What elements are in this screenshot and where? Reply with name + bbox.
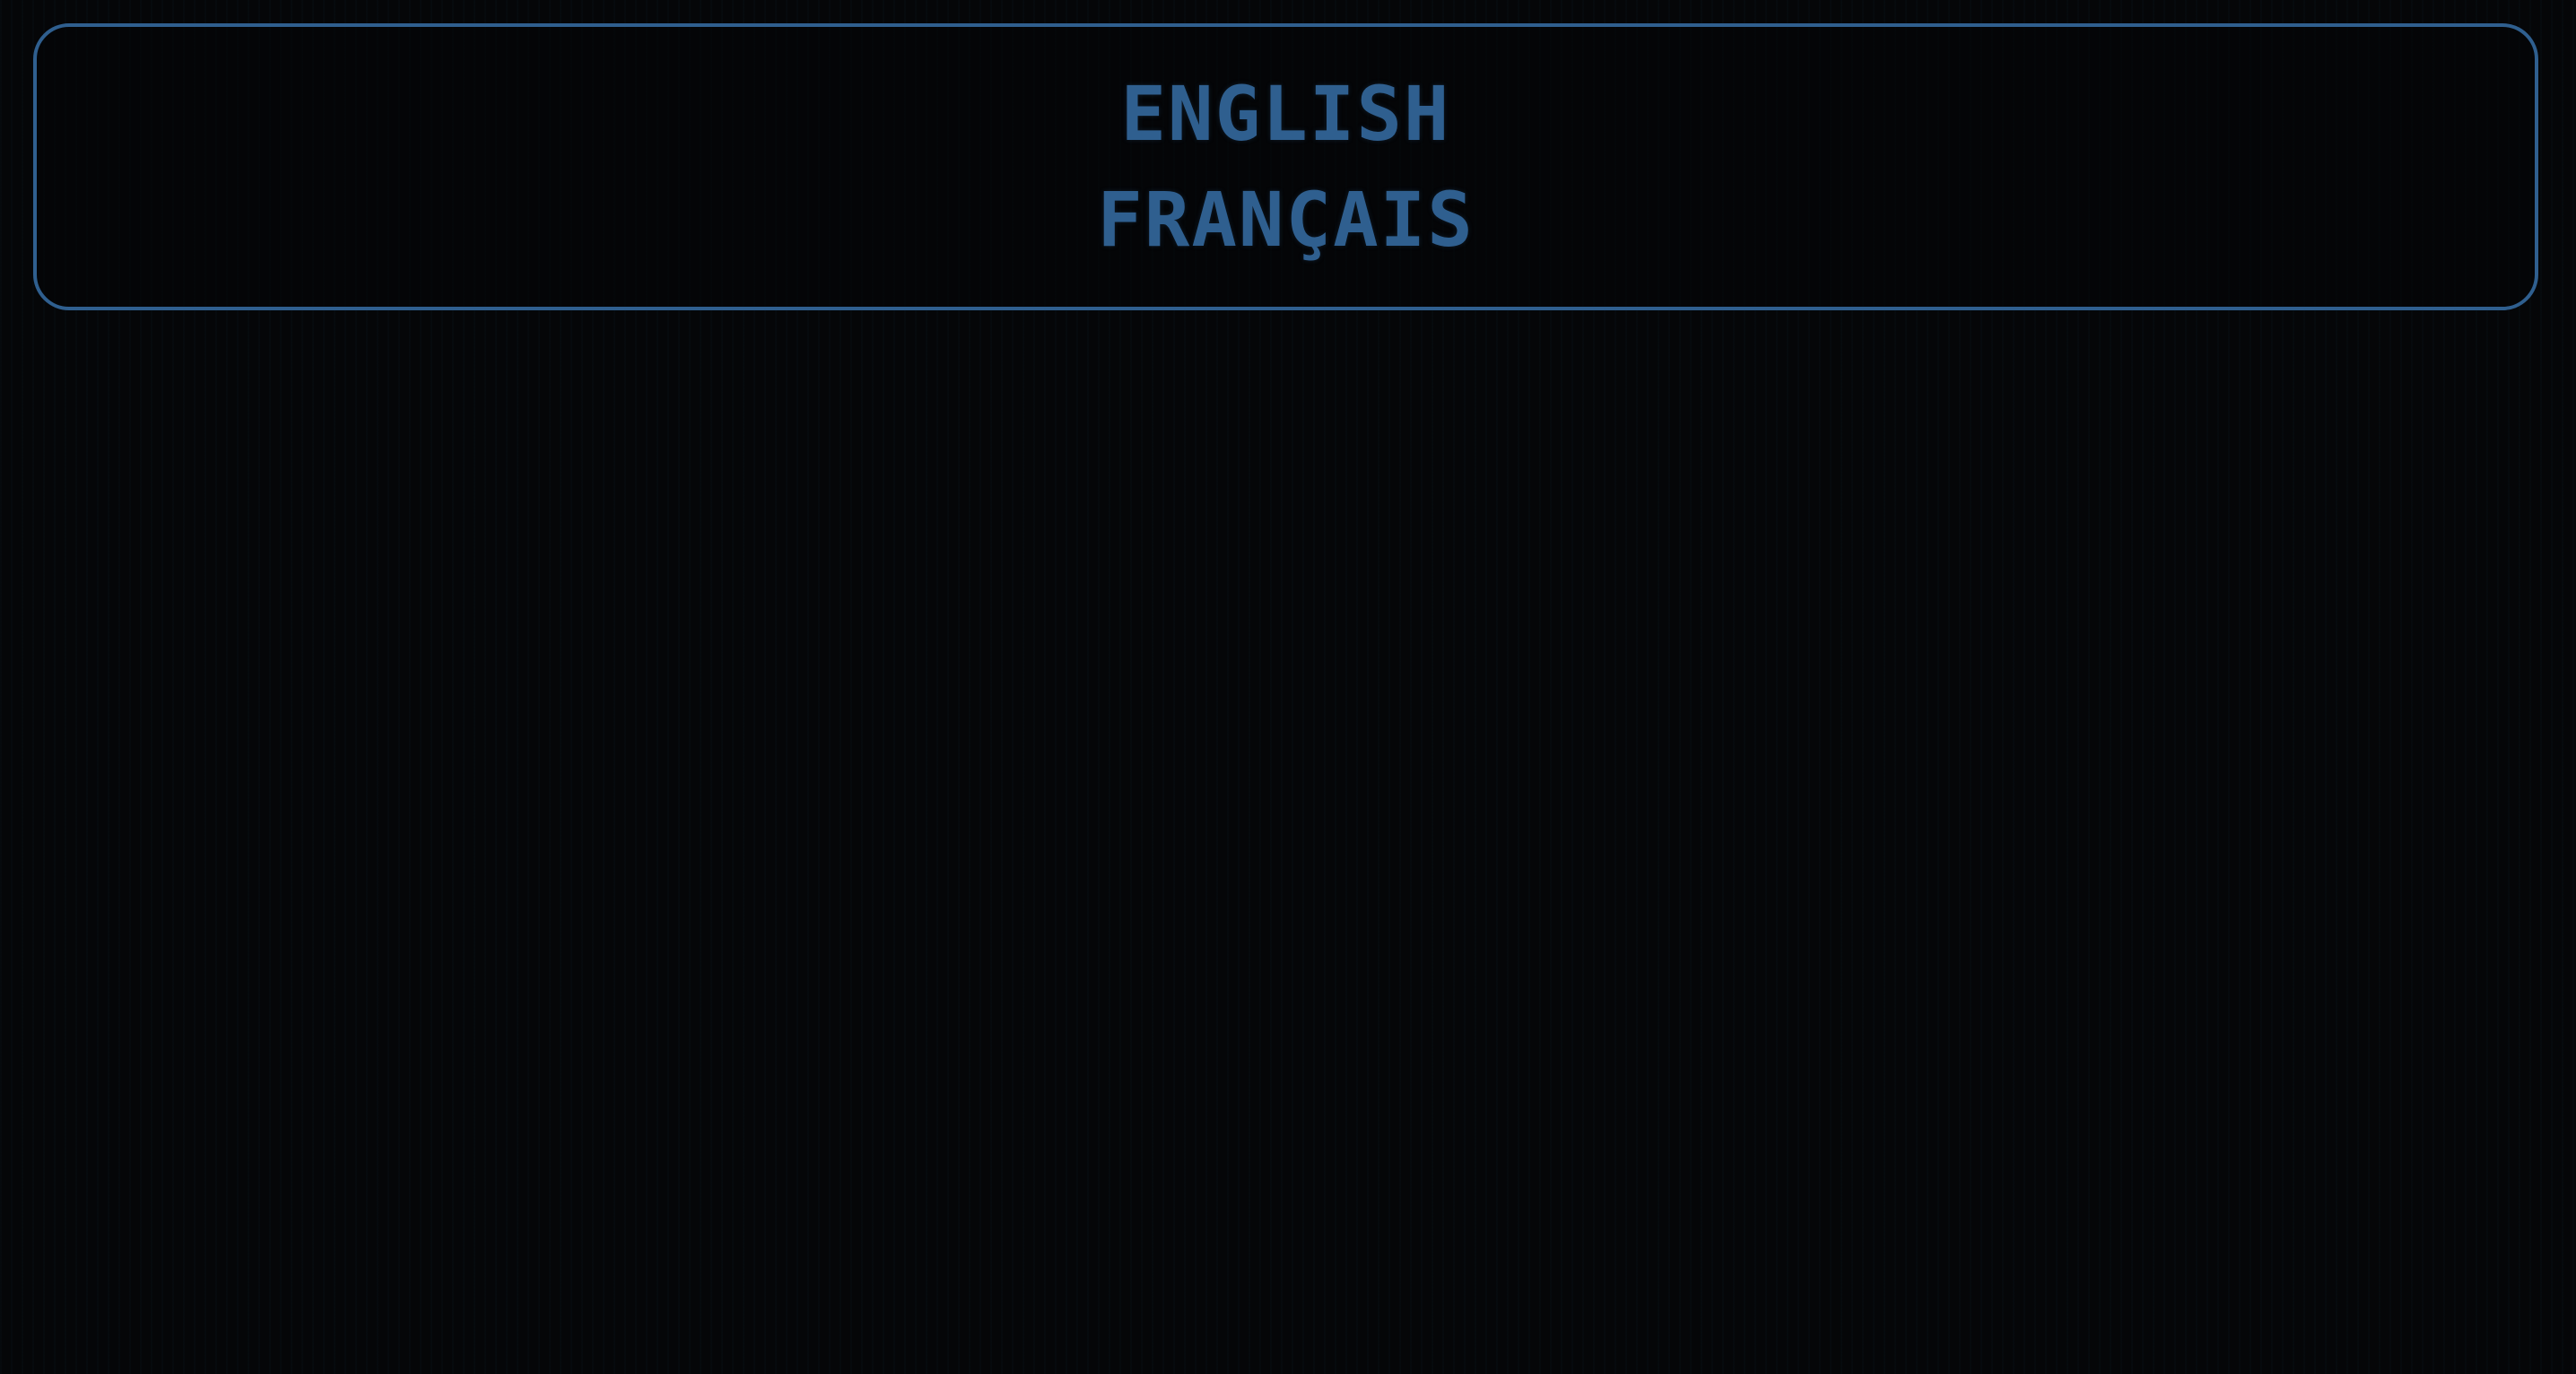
language-option-english[interactable]: ENGLISH xyxy=(1120,69,1450,159)
empty-background-area xyxy=(0,323,2576,1374)
language-option-francais[interactable]: FRANÇAIS xyxy=(1097,175,1475,265)
language-selector-panel: ENGLISH FRANÇAIS xyxy=(33,23,2538,310)
